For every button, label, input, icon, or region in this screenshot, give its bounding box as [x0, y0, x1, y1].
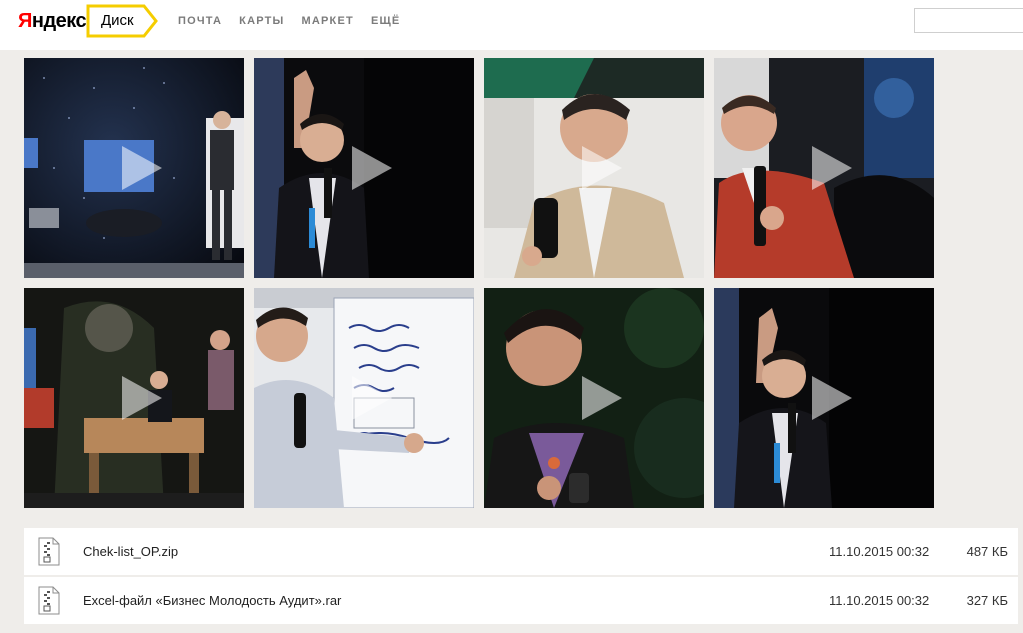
video-thumbnail-8[interactable]	[714, 288, 934, 508]
nav-maps[interactable]: КАРТЫ	[239, 15, 284, 27]
video-thumbnail-1[interactable]	[24, 58, 244, 278]
service-nav: ПОЧТА КАРТЫ МАРКЕТ ЕЩЁ	[178, 15, 400, 27]
top-header: Яндекс Диск ПОЧТА КАРТЫ МАРКЕТ ЕЩЁ	[0, 0, 1023, 50]
file-name: Excel-файл «Бизнес Молодость Аудит».rar	[83, 593, 342, 608]
video-thumbnail-4[interactable]	[714, 58, 934, 278]
play-icon	[122, 146, 162, 190]
file-row[interactable]: Excel-файл «Бизнес Молодость Аудит».rar …	[24, 577, 1018, 624]
play-icon	[582, 146, 622, 190]
nav-market[interactable]: МАРКЕТ	[302, 15, 354, 27]
disk-service-badge[interactable]: Диск	[86, 4, 158, 38]
yandex-logo[interactable]: Яндекс	[18, 10, 87, 33]
file-date: 11.10.2015 00:32	[829, 544, 930, 559]
video-thumbnail-5[interactable]	[24, 288, 244, 508]
disk-label: Диск	[101, 12, 134, 29]
file-row[interactable]: Chek-list_OP.zip 11.10.2015 00:32 487 КБ	[24, 528, 1018, 575]
play-icon	[352, 146, 392, 190]
file-name: Chek-list_OP.zip	[83, 544, 179, 559]
play-icon	[812, 146, 852, 190]
zip-archive-icon	[38, 537, 60, 566]
zip-archive-icon	[38, 586, 60, 615]
video-thumbnail-2[interactable]	[254, 58, 474, 278]
video-thumbnail-3[interactable]	[484, 58, 704, 278]
nav-more[interactable]: ЕЩЁ	[371, 15, 401, 27]
video-thumbnail-7[interactable]	[484, 288, 704, 508]
file-size: 487 КБ	[966, 544, 1008, 559]
file-list: Chek-list_OP.zip 11.10.2015 00:32 487 КБ…	[24, 528, 1018, 626]
play-icon	[812, 376, 852, 420]
search-input[interactable]	[914, 8, 1023, 33]
video-thumbnail-6[interactable]	[254, 288, 474, 508]
nav-mail[interactable]: ПОЧТА	[178, 15, 222, 27]
play-icon	[582, 376, 622, 420]
file-date: 11.10.2015 00:32	[829, 593, 930, 608]
play-icon	[122, 376, 162, 420]
file-size: 327 КБ	[966, 593, 1008, 608]
play-icon	[352, 376, 392, 420]
video-grid	[24, 58, 934, 508]
